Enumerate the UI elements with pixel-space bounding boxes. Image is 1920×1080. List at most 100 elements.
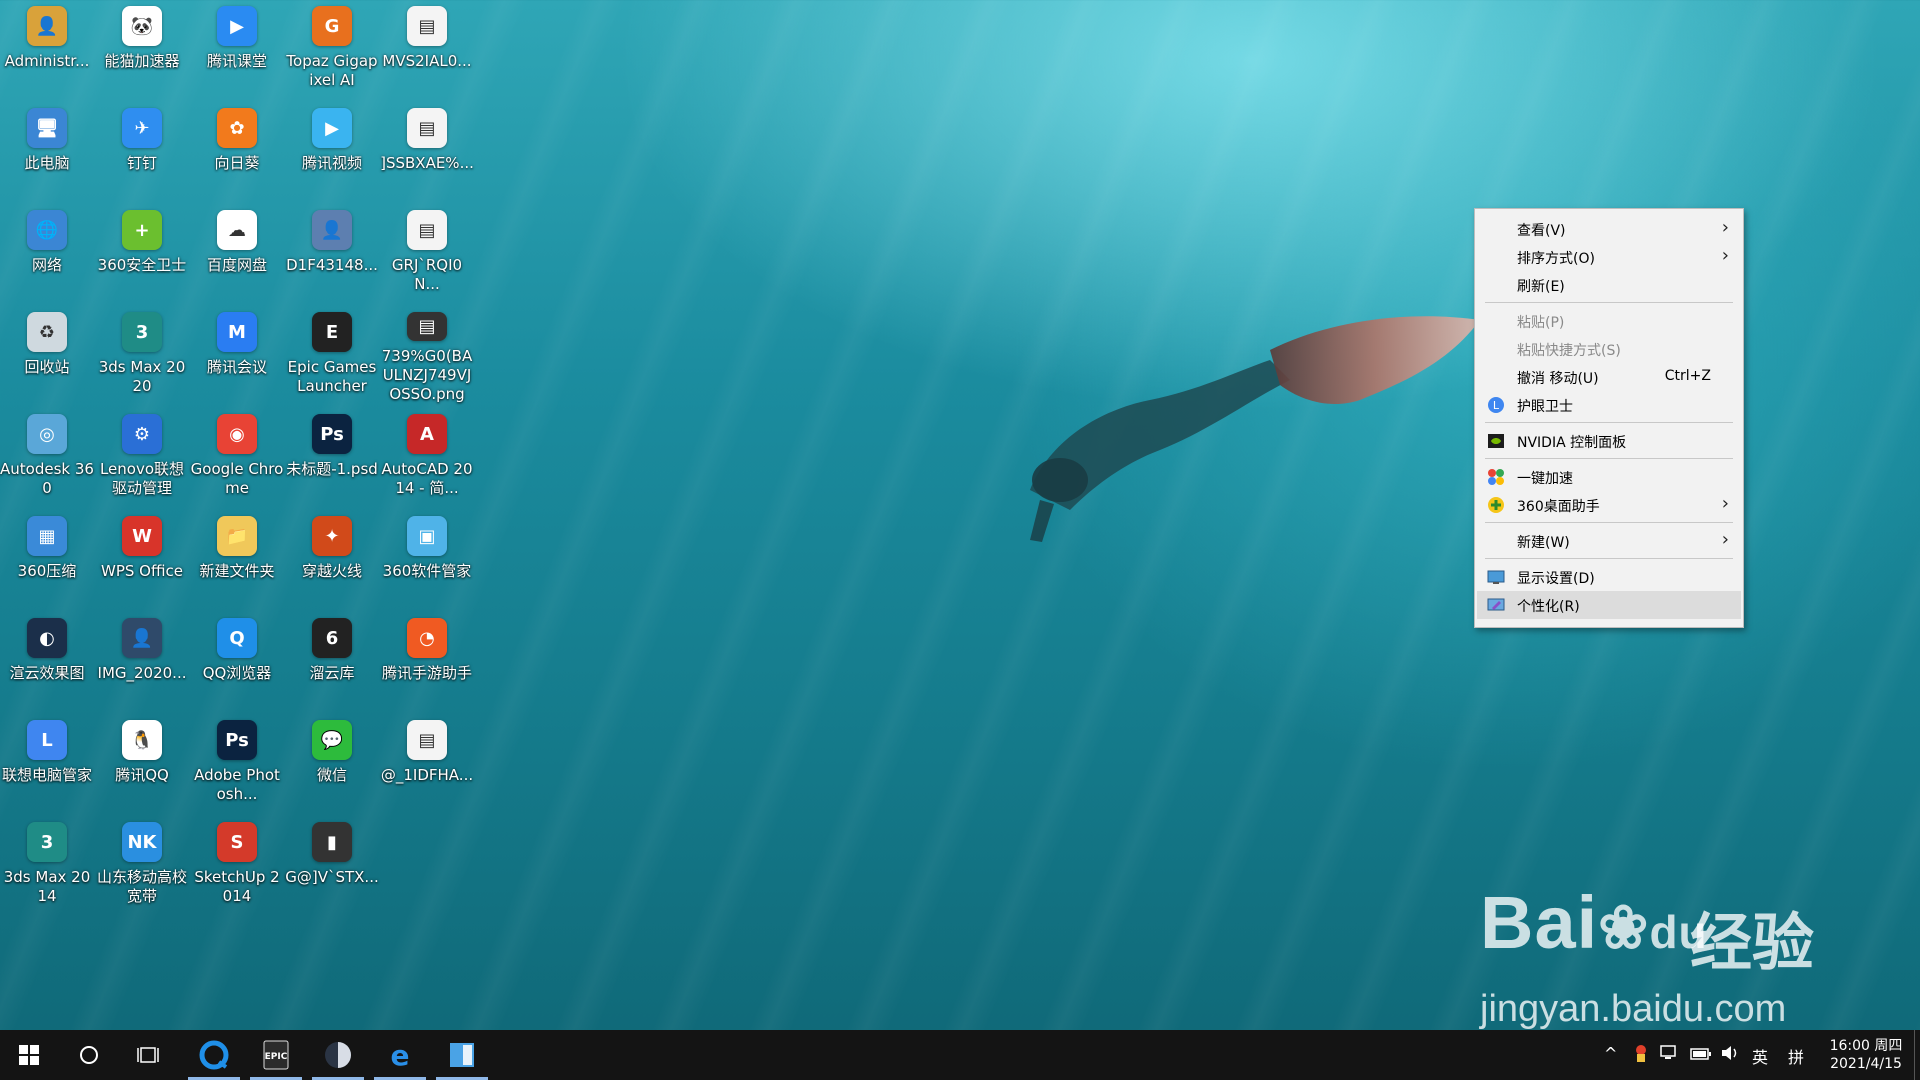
tray-360-icon[interactable]: [1632, 1042, 1650, 1068]
task-view-button[interactable]: [120, 1030, 176, 1080]
desktop-icon[interactable]: ▣ 360软件管家: [380, 510, 474, 608]
desktop-icon[interactable]: ▦ 360压缩: [0, 510, 94, 608]
desktop-icon[interactable]: L 联想电脑管家: [0, 714, 94, 812]
desktop-icon[interactable]: S SketchUp 2014: [190, 816, 284, 914]
menu-item-view[interactable]: 查看(V) ›: [1477, 215, 1741, 243]
tray-ime-language[interactable]: 英: [1752, 1044, 1768, 1068]
desktop-icon[interactable]: +360安全卫士: [95, 204, 189, 302]
desktop-icon[interactable]: 📁 新建文件夹: [190, 510, 284, 608]
taskbar-clock[interactable]: 16:00 周四 2021/4/15: [1824, 1037, 1908, 1073]
taskbar-app-epic-games[interactable]: EPIC: [246, 1030, 306, 1080]
desktop-icon[interactable]: NK 山东移动高校宽带: [95, 816, 189, 914]
menu-item-paste-shortcut[interactable]: 粘贴快捷方式(S): [1477, 335, 1741, 363]
desktop-icon-label: 腾讯课堂: [206, 52, 267, 70]
desktop-icon[interactable]: ▤ 739%G0(BA ULNZJ749VJ OSSO.png: [380, 306, 474, 404]
taskbar-app-explorer[interactable]: [432, 1030, 492, 1080]
menu-item-personalize[interactable]: 个性化(R): [1477, 591, 1741, 619]
desktop-icon[interactable]: M 腾讯会议: [190, 306, 284, 404]
watermark-url: jingyan.baidu.com: [1480, 988, 1787, 1030]
app-icon: ☁: [217, 210, 257, 250]
desktop-icon-label: 腾讯视频: [301, 154, 362, 172]
desktop-icon[interactable]: ♻ 回收站: [0, 306, 94, 404]
desktop-icon[interactable]: ▤ MVS2IAL0...: [380, 0, 474, 98]
desktop-icon[interactable]: 💬 微信: [285, 714, 379, 812]
menu-item-eye-guard[interactable]: L 护眼卫士: [1477, 391, 1741, 419]
menu-item-paste[interactable]: 粘贴(P): [1477, 307, 1741, 335]
desktop-icon[interactable]: 🌐 网络: [0, 204, 94, 302]
desktop-icon-label: Epic Games Launcher: [287, 358, 377, 395]
desktop-icon-label: Lenovo联想驱动管理: [99, 460, 185, 497]
desktop-icon[interactable]: ▤ GRJ`RQI0N...: [380, 204, 474, 302]
desktop-icon-label: 腾讯会议: [206, 358, 267, 376]
app-icon: ◔: [407, 618, 447, 658]
menu-item-undo-move[interactable]: 撤消 移动(U) Ctrl+Z: [1477, 363, 1741, 391]
desktop-icon[interactable]: ✿ 向日葵: [190, 102, 284, 200]
app-icon: 3: [27, 822, 67, 862]
tray-ime-keyboard-icon[interactable]: 拼: [1788, 1044, 1804, 1068]
desktop-icon[interactable]: ▶ 腾讯视频: [285, 102, 379, 200]
app-icon: 👤: [122, 618, 162, 658]
menu-item-nvidia[interactable]: NVIDIA 控制面板: [1477, 427, 1741, 455]
desktop-icon[interactable]: ⚙ Lenovo联想驱动管理: [95, 408, 189, 506]
tray-battery-icon[interactable]: [1690, 1046, 1712, 1065]
chevron-right-icon: ›: [1721, 529, 1729, 550]
nvidia-icon: [1488, 434, 1504, 448]
desktop-icon[interactable]: ✈ 钉钉: [95, 102, 189, 200]
desktop-icon[interactable]: ▮ G@]V`STX...: [285, 816, 379, 914]
eye-guard-icon: L: [1488, 397, 1504, 413]
desktop-icon[interactable]: 3 3ds Max 2014: [0, 816, 94, 914]
wallpaper-diver: [1030, 316, 1480, 542]
desktop-icon-label: Topaz Gigapixel AI: [286, 52, 378, 89]
desktop-icon[interactable]: ◔ 腾讯手游助手: [380, 612, 474, 710]
taskbar-app-render-cloud[interactable]: [308, 1030, 368, 1080]
desktop-icon-label: 未标题-1.psd: [286, 460, 378, 478]
desktop-context-menu: 查看(V) › 排序方式(O) › 刷新(E) 粘贴(P) 粘贴快捷方式(S) …: [1474, 208, 1744, 628]
app-icon: 🐼: [122, 6, 162, 46]
desktop-icon[interactable]: Ps Adobe Photosh...: [190, 714, 284, 812]
menu-item-display-settings[interactable]: 显示设置(D): [1477, 563, 1741, 591]
app-icon: A: [407, 414, 447, 454]
desktop-icon[interactable]: ◎ Autodesk 360: [0, 408, 94, 506]
desktop-icon-label: @_1IDFHA...: [380, 766, 474, 784]
desktop-icon[interactable]: ▶ 腾讯课堂: [190, 0, 284, 98]
desktop-icon[interactable]: G Topaz Gigapixel AI: [285, 0, 379, 98]
desktop-icon[interactable]: 🐼 能猫加速器: [95, 0, 189, 98]
menu-item-360-assistant[interactable]: 360桌面助手 ›: [1477, 491, 1741, 519]
desktop-icon[interactable]: ◉ Google Chrome: [190, 408, 284, 506]
chevron-right-icon: ›: [1721, 493, 1729, 514]
start-button[interactable]: [0, 1030, 58, 1080]
desktop-icon[interactable]: ✦ 穿越火线: [285, 510, 379, 608]
app-icon: ▮: [312, 822, 352, 862]
desktop-icon[interactable]: 👤 D1F43148...: [285, 204, 379, 302]
personalize-icon: [1487, 598, 1505, 611]
menu-item-new[interactable]: 新建(W) ›: [1477, 527, 1741, 555]
desktop-icon[interactable]: 🖥 此电脑: [0, 102, 94, 200]
taskbar-app-edge[interactable]: e: [370, 1030, 430, 1080]
desktop-icon[interactable]: ▤]SSBXAE%...: [380, 102, 474, 200]
tray-volume-icon[interactable]: [1720, 1044, 1740, 1066]
desktop-icon[interactable]: A AutoCAD 2014 - 简...: [380, 408, 474, 506]
tray-overflow-chevron-icon[interactable]: ^: [1604, 1044, 1617, 1063]
menu-item-sort-by[interactable]: 排序方式(O) ›: [1477, 243, 1741, 271]
desktop-icon[interactable]: E Epic Games Launcher: [285, 306, 379, 404]
desktop-icon[interactable]: ◐ 渲云效果图: [0, 612, 94, 710]
desktop-icon[interactable]: ☁ 百度网盘: [190, 204, 284, 302]
desktop-icon-label: Google Chrome: [190, 460, 284, 497]
desktop-icon[interactable]: 6 溜云库: [285, 612, 379, 710]
menu-item-refresh[interactable]: 刷新(E): [1477, 271, 1741, 299]
desktop-icon[interactable]: Ps 未标题-1.psd: [285, 408, 379, 506]
taskbar-app-qq-browser[interactable]: [184, 1030, 244, 1080]
desktop-icon[interactable]: W WPS Office: [95, 510, 189, 608]
desktop-icon[interactable]: 👤 Administr...: [0, 0, 94, 98]
cortana-search-button[interactable]: [62, 1030, 116, 1080]
desktop-icon[interactable]: 3 3ds Max 2020: [95, 306, 189, 404]
desktop-icon[interactable]: 👤 IMG_2020...: [95, 612, 189, 710]
menu-item-speedup[interactable]: 一键加速: [1477, 463, 1741, 491]
desktop-icon-label: GRJ`RQI0N...: [391, 256, 463, 293]
desktop-icon[interactable]: Q QQ浏览器: [190, 612, 284, 710]
show-desktop-button[interactable]: [1914, 1030, 1920, 1080]
render-cloud-icon: [325, 1042, 351, 1068]
desktop-icon[interactable]: ▤ @_1IDFHA...: [380, 714, 474, 812]
tray-network-icon[interactable]: [1660, 1044, 1680, 1066]
desktop-icon[interactable]: 🐧 腾讯QQ: [95, 714, 189, 812]
